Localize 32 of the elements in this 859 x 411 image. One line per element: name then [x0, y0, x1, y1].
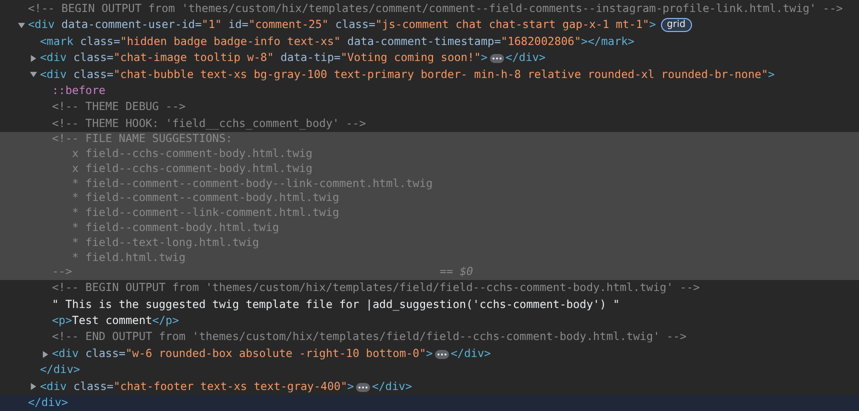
closing-tag[interactable]: </div>	[506, 50, 546, 67]
collapse-arrow-icon[interactable]	[18, 22, 25, 30]
closing-tag[interactable]: </div>	[28, 395, 68, 411]
pseudo-element[interactable]: ::before	[52, 83, 106, 100]
element-tag[interactable]: <div data-comment-user-id="1" id="comment-25" class="js-comment chat chat-start gap-x-1 mt-1">	[28, 17, 656, 34]
html-comment[interactable]: <!-- THEME DEBUG -->	[52, 99, 186, 116]
closing-tag[interactable]: </div>	[40, 362, 80, 379]
html-comment[interactable]: <!-- BEGIN OUTPUT from 'themes/custom/hix/templates/field/field--cchs-comment-body.html.twig' -->	[52, 280, 700, 297]
expand-arrow-icon[interactable]	[42, 350, 49, 358]
text-node[interactable]: " This is the suggested twig template file for |add_suggestion('cchs-comment-body') "	[52, 296, 620, 314]
ellipsis-button[interactable]	[490, 54, 504, 64]
closing-tag[interactable]: </div>	[450, 346, 491, 362]
html-comment[interactable]: <!-- END OUTPUT from 'themes/custom/hix/templates/field/field--cchs-comment-body.html.twig' -->	[52, 329, 687, 346]
html-comment[interactable]: <!-- THEME HOOK: 'field__cchs_comment_body' -->	[52, 116, 366, 132]
selected-node-marker: == $0	[440, 264, 474, 280]
expand-arrow-icon[interactable]	[30, 383, 37, 390]
ellipsis-icon	[492, 57, 502, 60]
element-tag[interactable]: <div class="chat-footer text-xs text-gray-400">	[40, 378, 354, 396]
closing-tag[interactable]: </div>	[372, 378, 412, 396]
html-comment[interactable]: <!-- BEGIN OUTPUT from 'themes/custom/hix/templates/comment/comment--field-comments--instagram-profile-link.html.twig' -->	[28, 1, 843, 18]
ellipsis-icon	[436, 352, 447, 356]
collapse-arrow-icon[interactable]	[30, 71, 37, 78]
expand-arrow-icon[interactable]	[30, 54, 37, 62]
element-tag[interactable]: <div class="w-6 rounded-box absolute -right-10 bottom-0">	[52, 346, 433, 362]
ellipsis-button[interactable]	[434, 350, 449, 359]
element-tag[interactable]: <div class="chat-bubble text-xs bg-gray-100 text-primary border- min-h-8 relative rounded-xl rounded-br-none">	[40, 66, 775, 84]
element-tag[interactable]: <mark class="hidden badge badge-info text-xs" data-comment-timestamp="1682002806"></mark>	[40, 34, 634, 50]
element-tag[interactable]: <p>Test comment</p>	[52, 313, 179, 330]
grid-badge[interactable]: grid	[660, 18, 692, 32]
ellipsis-button[interactable]	[356, 382, 370, 392]
ellipsis-icon	[358, 386, 368, 389]
element-tag[interactable]: <div class="chat-image tooltip w-8" data-tip="Voting coming soon!">	[40, 50, 488, 67]
